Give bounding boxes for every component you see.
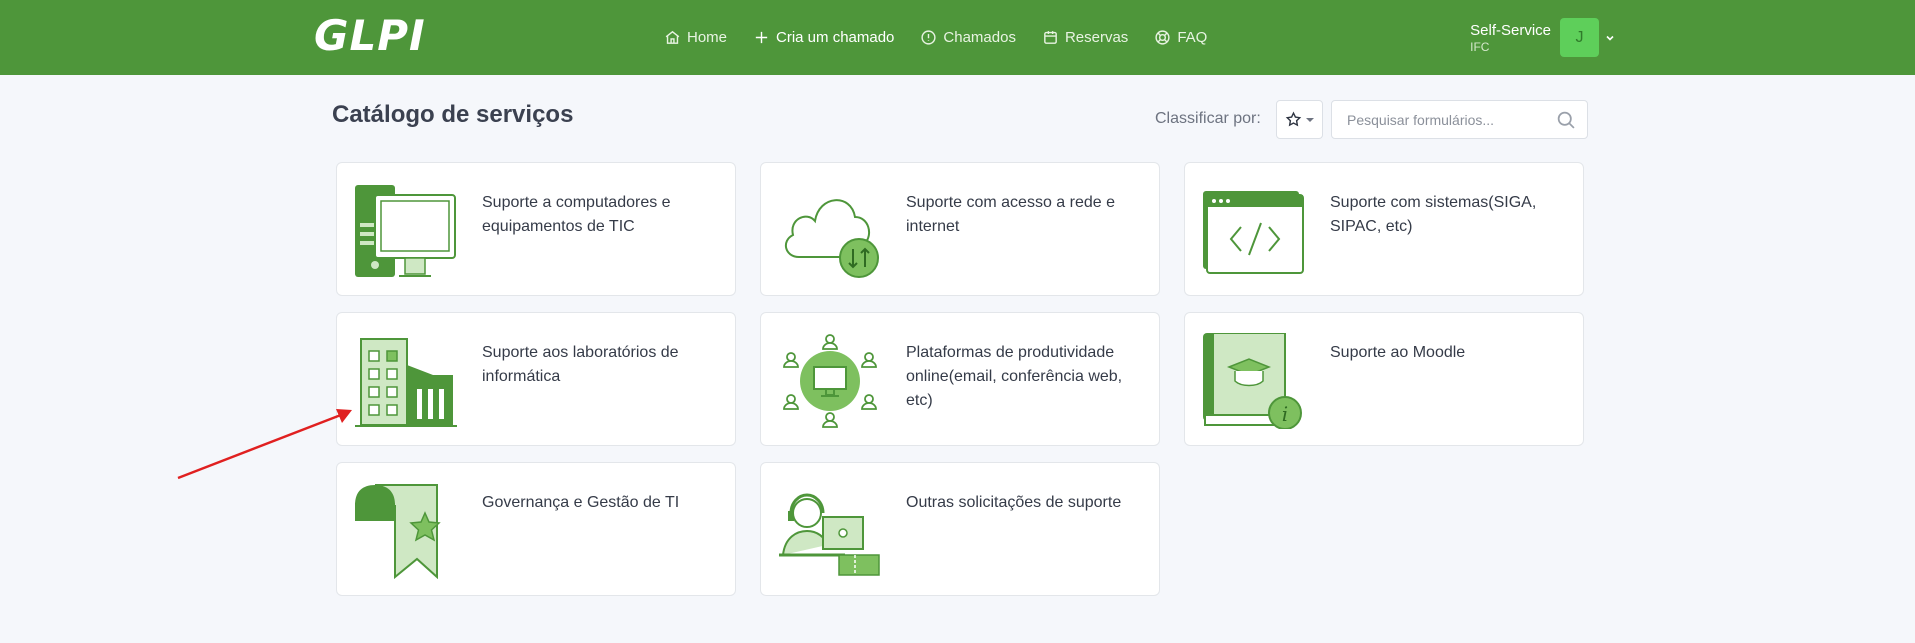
search-icon[interactable] bbox=[1556, 110, 1577, 131]
catalog-card-productivity-platforms[interactable]: Plataformas de produtividade online(emai… bbox=[760, 312, 1160, 446]
catalog-card-labs-support[interactable]: Suporte aos laboratórios de informática bbox=[336, 312, 736, 446]
nav-home[interactable]: Home bbox=[664, 23, 727, 53]
catalog-card-label: Governança e Gestão de TI bbox=[482, 494, 680, 511]
catalog-card-label: Suporte com acesso a rede e internet bbox=[906, 194, 1116, 235]
alert-circle-icon bbox=[921, 30, 936, 45]
catalog-card-it-governance[interactable]: Governança e Gestão de TI bbox=[336, 462, 736, 596]
page-title: Catálogo de serviços bbox=[332, 101, 574, 128]
support-agent-icon bbox=[779, 493, 880, 576]
building-icon bbox=[355, 338, 457, 427]
plus-icon bbox=[755, 31, 768, 44]
catalog-card-label: Plataformas de produtividade online(emai… bbox=[906, 344, 1123, 409]
nav-reservations[interactable]: Reservas bbox=[1042, 23, 1128, 53]
catalog-card-label: Suporte com sistemas(SIGA, SIPAC, etc) bbox=[1330, 194, 1537, 235]
svg-text:i: i bbox=[1282, 402, 1288, 426]
book-info-icon: i bbox=[1203, 333, 1302, 429]
top-navbar: GLPI Home Cria um chamado Chamados Reser… bbox=[0, 0, 1915, 75]
catalog-card-computer-support[interactable]: Suporte a computadores e equipamentos de… bbox=[336, 162, 736, 296]
catalog-card-label: Suporte a computadores e equipamentos de… bbox=[482, 194, 671, 235]
glpi-logo[interactable]: GLPI bbox=[314, 11, 426, 60]
nav-tickets[interactable]: Chamados bbox=[920, 23, 1016, 53]
search-input[interactable] bbox=[1332, 101, 1542, 138]
catalog-card-moodle-support[interactable]: i Suporte ao Moodle bbox=[1184, 312, 1584, 446]
nav-create-ticket[interactable]: Cria um chamado bbox=[753, 23, 894, 53]
calendar-icon bbox=[1044, 31, 1057, 44]
annotation-arrow-icon bbox=[177, 409, 352, 480]
catalog-card-label: Outras solicitações de suporte bbox=[906, 494, 1122, 511]
chevron-down-icon bbox=[1606, 35, 1614, 41]
catalog-card-network-support[interactable]: Suporte com acesso a rede e internet bbox=[760, 162, 1160, 296]
award-ribbon-icon bbox=[355, 484, 441, 579]
nav-faq[interactable]: FAQ bbox=[1154, 23, 1207, 53]
user-profile-name: Self-Service bbox=[1470, 21, 1551, 39]
user-menu[interactable]: Self-Service IFC J bbox=[1470, 18, 1615, 57]
lifebuoy-icon bbox=[1155, 30, 1170, 45]
sort-dropdown[interactable] bbox=[1276, 100, 1323, 139]
search-box bbox=[1331, 100, 1588, 139]
catalog-card-label: Suporte aos laboratórios de informática bbox=[482, 344, 679, 385]
catalog-card-other-requests[interactable]: Outras solicitações de suporte bbox=[760, 462, 1160, 596]
sort-label: Classificar por: bbox=[1155, 110, 1261, 127]
caret-down-icon bbox=[1306, 117, 1314, 122]
catalog-card-label: Suporte ao Moodle bbox=[1330, 344, 1466, 361]
computer-icon bbox=[355, 185, 456, 277]
star-icon bbox=[1285, 111, 1302, 127]
collaboration-icon bbox=[783, 334, 877, 428]
home-icon bbox=[665, 30, 680, 44]
avatar[interactable]: J bbox=[1560, 18, 1599, 57]
catalog-card-systems-support[interactable]: Suporte com sistemas(SIGA, SIPAC, etc) bbox=[1184, 162, 1584, 296]
cloud-network-icon bbox=[784, 199, 879, 278]
code-window-icon bbox=[1203, 191, 1304, 274]
user-entity: IFC bbox=[1470, 39, 1490, 54]
main-nav: Home Cria um chamado Chamados Reservas F… bbox=[664, 0, 1233, 75]
